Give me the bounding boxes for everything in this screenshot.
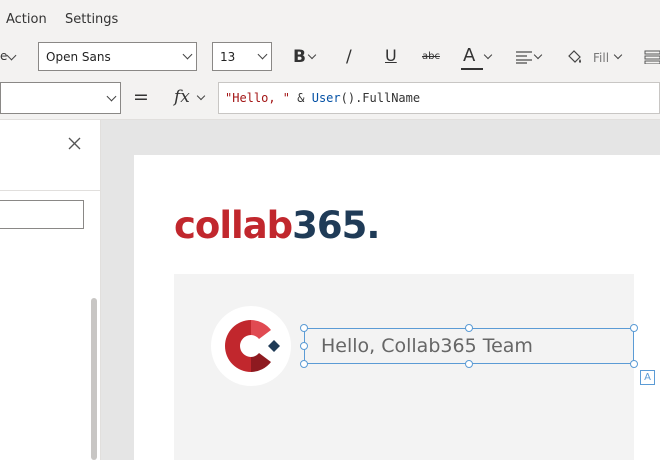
menu-action[interactable]: Action (6, 12, 47, 27)
resize-handle-bottom-left[interactable] (300, 360, 308, 368)
panel-search-input[interactable] (0, 200, 84, 229)
menu-settings[interactable]: Settings (65, 12, 118, 27)
left-panel (0, 120, 101, 460)
resize-handle-bottom[interactable] (465, 360, 473, 368)
label-type-badge: A (640, 370, 655, 385)
fx-button[interactable]: fx (160, 82, 218, 114)
menu-bar: Action Settings (0, 0, 660, 40)
chevron-down-icon (483, 50, 493, 60)
fill-button[interactable]: Fill (565, 44, 627, 72)
formula-operator: & (290, 91, 312, 105)
italic-button[interactable]: / (343, 44, 359, 72)
paint-bucket-icon (568, 50, 581, 63)
font-size-dropdown[interactable]: 13 (212, 42, 272, 71)
chevron-down-icon (257, 49, 268, 60)
underline-icon: U (385, 46, 397, 65)
font-color-icon: A (463, 45, 476, 66)
font-dropdown[interactable]: Open Sans (38, 42, 197, 71)
close-icon[interactable] (68, 137, 81, 150)
resize-handle-top[interactable] (465, 324, 473, 332)
formula-rest: ().FullName (340, 91, 421, 105)
underline-button[interactable]: U (383, 44, 401, 72)
chevron-down-icon (196, 91, 206, 101)
resize-handle-top-left[interactable] (300, 324, 308, 332)
property-dropdown[interactable] (0, 82, 121, 114)
panel-scrollbar[interactable] (91, 298, 97, 460)
strikethrough-button[interactable]: abc (422, 44, 444, 72)
italic-icon: / (346, 47, 352, 67)
fx-icon: fx (174, 87, 190, 107)
formula-input[interactable]: "Hello, " & User().FullName (218, 82, 660, 114)
formula-string: "Hello, " (225, 91, 291, 105)
more-options-icon[interactable] (644, 50, 660, 64)
resize-handle-left[interactable] (300, 342, 308, 350)
collab365-logo-icon (225, 320, 280, 372)
bold-icon: B (293, 47, 306, 67)
resize-handle-bottom-right[interactable] (630, 360, 638, 368)
logo-text-collab: collab (174, 204, 293, 247)
avatar (211, 306, 291, 386)
font-color-button[interactable]: A (461, 44, 495, 72)
chevron-down-icon (182, 49, 193, 60)
equals-sign: = (133, 86, 149, 108)
chevron-down-icon (613, 50, 623, 60)
fill-label: Fill (593, 51, 610, 65)
align-button[interactable] (515, 44, 543, 72)
collab365-logo: collab365. (174, 204, 380, 247)
chevron-down-icon (106, 91, 117, 102)
resize-handle-top-right[interactable] (630, 324, 638, 332)
logo-text-365: 365 (292, 204, 367, 247)
chevron-down-icon (307, 50, 317, 60)
greeting-text: Hello, Collab365 Team (321, 335, 533, 357)
formula-function: User (311, 91, 341, 105)
chevron-down-icon (533, 50, 543, 60)
font-size-value: 13 (220, 50, 236, 64)
bold-button[interactable]: B (291, 44, 321, 72)
panel-divider (0, 190, 100, 191)
greeting-label[interactable]: Hello, Collab365 Team (304, 328, 634, 364)
align-left-icon (516, 51, 532, 64)
strikethrough-icon: abc (422, 51, 440, 62)
font-color-swatch (461, 68, 483, 70)
font-dropdown-value: Open Sans (46, 50, 111, 64)
